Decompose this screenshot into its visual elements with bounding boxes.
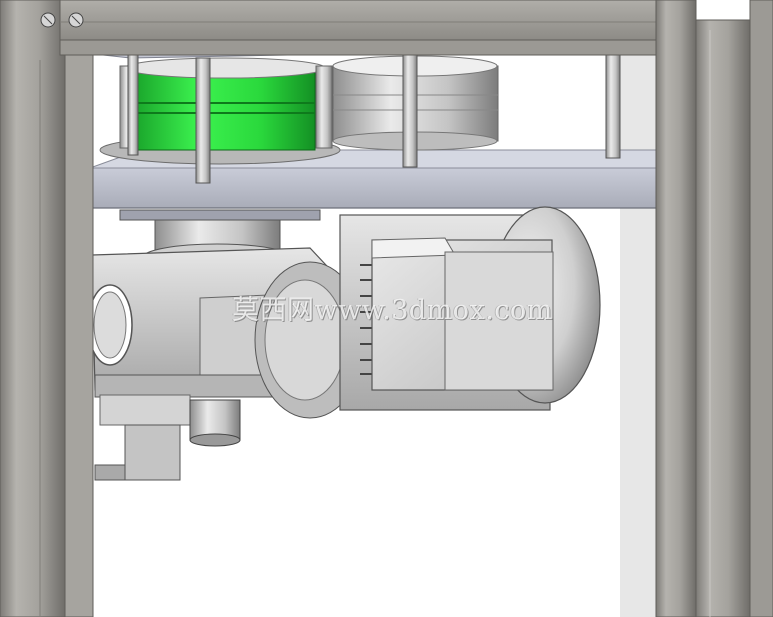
frame-left-column [0, 0, 94, 617]
frame-top-beam [59, 0, 661, 56]
gearbox [87, 247, 366, 419]
watermark: 莫西网www.3dmox.com [232, 295, 553, 326]
frame-right-column [655, 0, 773, 617]
rear-panel [620, 30, 660, 617]
